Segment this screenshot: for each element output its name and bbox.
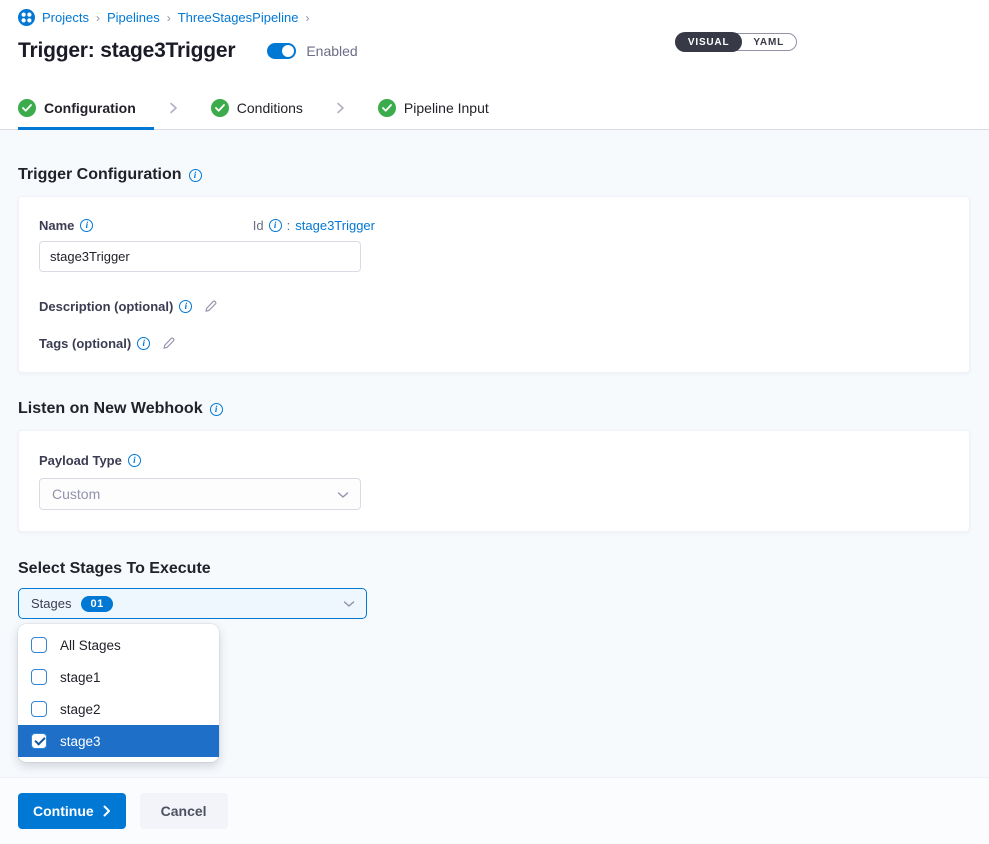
name-id-row: Name i Id i : stage3Trigger (39, 218, 375, 233)
option-label: stage2 (60, 702, 101, 717)
chevron-down-icon (337, 486, 349, 502)
option-stage3[interactable]: stage3 (18, 725, 219, 757)
option-stage2[interactable]: stage2 (18, 693, 219, 725)
payload-type-value: Custom (52, 486, 100, 502)
chevron-down-icon (343, 595, 355, 613)
payload-type-select[interactable]: Custom (39, 478, 361, 510)
description-row: Description (optional) i (39, 299, 949, 314)
id-value[interactable]: stage3Trigger (295, 218, 375, 233)
heading-text: Select Stages To Execute (18, 560, 211, 578)
selected-count-badge: 01 (81, 596, 112, 612)
webhook-heading: Listen on New Webhook i (18, 400, 971, 418)
stages-select-wrap: Stages 01 All Stages stage1 stage2 (18, 588, 367, 619)
trigger-id: Id i : stage3Trigger (253, 218, 375, 233)
cancel-label: Cancel (161, 803, 207, 819)
label-text: Payload Type (39, 453, 122, 468)
checkbox[interactable] (31, 733, 47, 749)
title-row: Trigger: stage3Trigger Enabled (18, 39, 971, 63)
page-title: Trigger: stage3Trigger (18, 39, 235, 63)
chevron-right-icon: › (96, 11, 100, 25)
checkbox[interactable] (31, 701, 47, 717)
chevron-right-icon (103, 805, 111, 817)
option-stage1[interactable]: stage1 (18, 661, 219, 693)
main-content: Trigger Configuration i Name i Id i : st… (0, 130, 989, 777)
tab-label: Pipeline Input (404, 100, 489, 116)
info-icon[interactable]: i (269, 219, 282, 232)
continue-button[interactable]: Continue (18, 793, 126, 829)
trigger-configuration-card: Name i Id i : stage3Trigger Description … (18, 196, 970, 373)
option-label: stage1 (60, 670, 101, 685)
stages-select-label: Stages (31, 596, 71, 611)
projects-icon (18, 9, 35, 26)
chevron-right-icon: › (305, 11, 309, 25)
tab-pipeline-input[interactable]: Pipeline Input (378, 86, 507, 130)
name-label: Name i (39, 218, 93, 233)
info-icon[interactable]: i (179, 300, 192, 313)
stages-dropdown-panel: All Stages stage1 stage2 stage3 (18, 624, 219, 762)
breadcrumb-link-pipelines[interactable]: Pipelines (107, 10, 160, 25)
name-input[interactable] (39, 241, 361, 272)
heading-text: Listen on New Webhook (18, 400, 203, 418)
visual-yaml-toggle: VISUAL YAML (675, 33, 797, 51)
tab-configuration[interactable]: Configuration (18, 86, 154, 130)
trigger-configuration-page: Projects › Pipelines › ThreeStagesPipeli… (0, 0, 989, 844)
check-circle-icon (378, 99, 396, 117)
id-separator: : (287, 218, 291, 233)
yaml-mode-button[interactable]: YAML (740, 33, 797, 51)
check-circle-icon (18, 99, 36, 117)
option-label: stage3 (60, 734, 101, 749)
footer-action-bar: Continue Cancel (0, 777, 989, 844)
chevron-right-icon (168, 101, 179, 115)
edit-description-icon[interactable] (203, 299, 218, 314)
label-text: Description (optional) (39, 299, 173, 314)
webhook-card: Payload Type i Custom (18, 430, 970, 532)
id-label: Id (253, 218, 264, 233)
breadcrumb-link-pipeline[interactable]: ThreeStagesPipeline (178, 10, 299, 25)
option-label: All Stages (60, 638, 121, 653)
checkbox[interactable] (31, 637, 47, 653)
enabled-toggle-label: Enabled (306, 43, 357, 59)
tags-label: Tags (optional) i (39, 336, 150, 351)
cancel-button[interactable]: Cancel (140, 793, 228, 829)
payload-type-label: Payload Type i (39, 453, 141, 468)
continue-label: Continue (33, 803, 94, 819)
edit-tags-icon[interactable] (161, 336, 176, 351)
description-label: Description (optional) i (39, 299, 192, 314)
label-text: Name (39, 218, 74, 233)
tab-conditions[interactable]: Conditions (211, 86, 321, 130)
breadcrumb-link-projects[interactable]: Projects (42, 10, 89, 25)
info-icon[interactable]: i (128, 454, 141, 467)
enabled-toggle[interactable] (267, 43, 296, 59)
stages-multiselect[interactable]: Stages 01 (18, 588, 367, 619)
chevron-right-icon: › (167, 11, 171, 25)
tab-label: Conditions (237, 100, 303, 116)
info-icon[interactable]: i (80, 219, 93, 232)
label-text: Tags (optional) (39, 336, 131, 351)
info-icon[interactable]: i (189, 169, 202, 182)
breadcrumb: Projects › Pipelines › ThreeStagesPipeli… (18, 9, 971, 26)
tab-label: Configuration (44, 100, 136, 116)
checkbox[interactable] (31, 669, 47, 685)
check-circle-icon (211, 99, 229, 117)
stages-heading: Select Stages To Execute (18, 560, 971, 578)
top-bar: Projects › Pipelines › ThreeStagesPipeli… (0, 0, 989, 86)
info-icon[interactable]: i (137, 337, 150, 350)
visual-mode-button[interactable]: VISUAL (675, 32, 742, 52)
trigger-configuration-heading: Trigger Configuration i (18, 132, 971, 184)
heading-text: Trigger Configuration (18, 166, 182, 184)
wizard-tab-bar: Configuration Conditions Pipeline Input (0, 86, 989, 130)
tags-row: Tags (optional) i (39, 336, 949, 351)
option-all-stages[interactable]: All Stages (18, 629, 219, 661)
info-icon[interactable]: i (210, 403, 223, 416)
toggle-knob (282, 45, 294, 57)
chevron-right-icon (335, 101, 346, 115)
